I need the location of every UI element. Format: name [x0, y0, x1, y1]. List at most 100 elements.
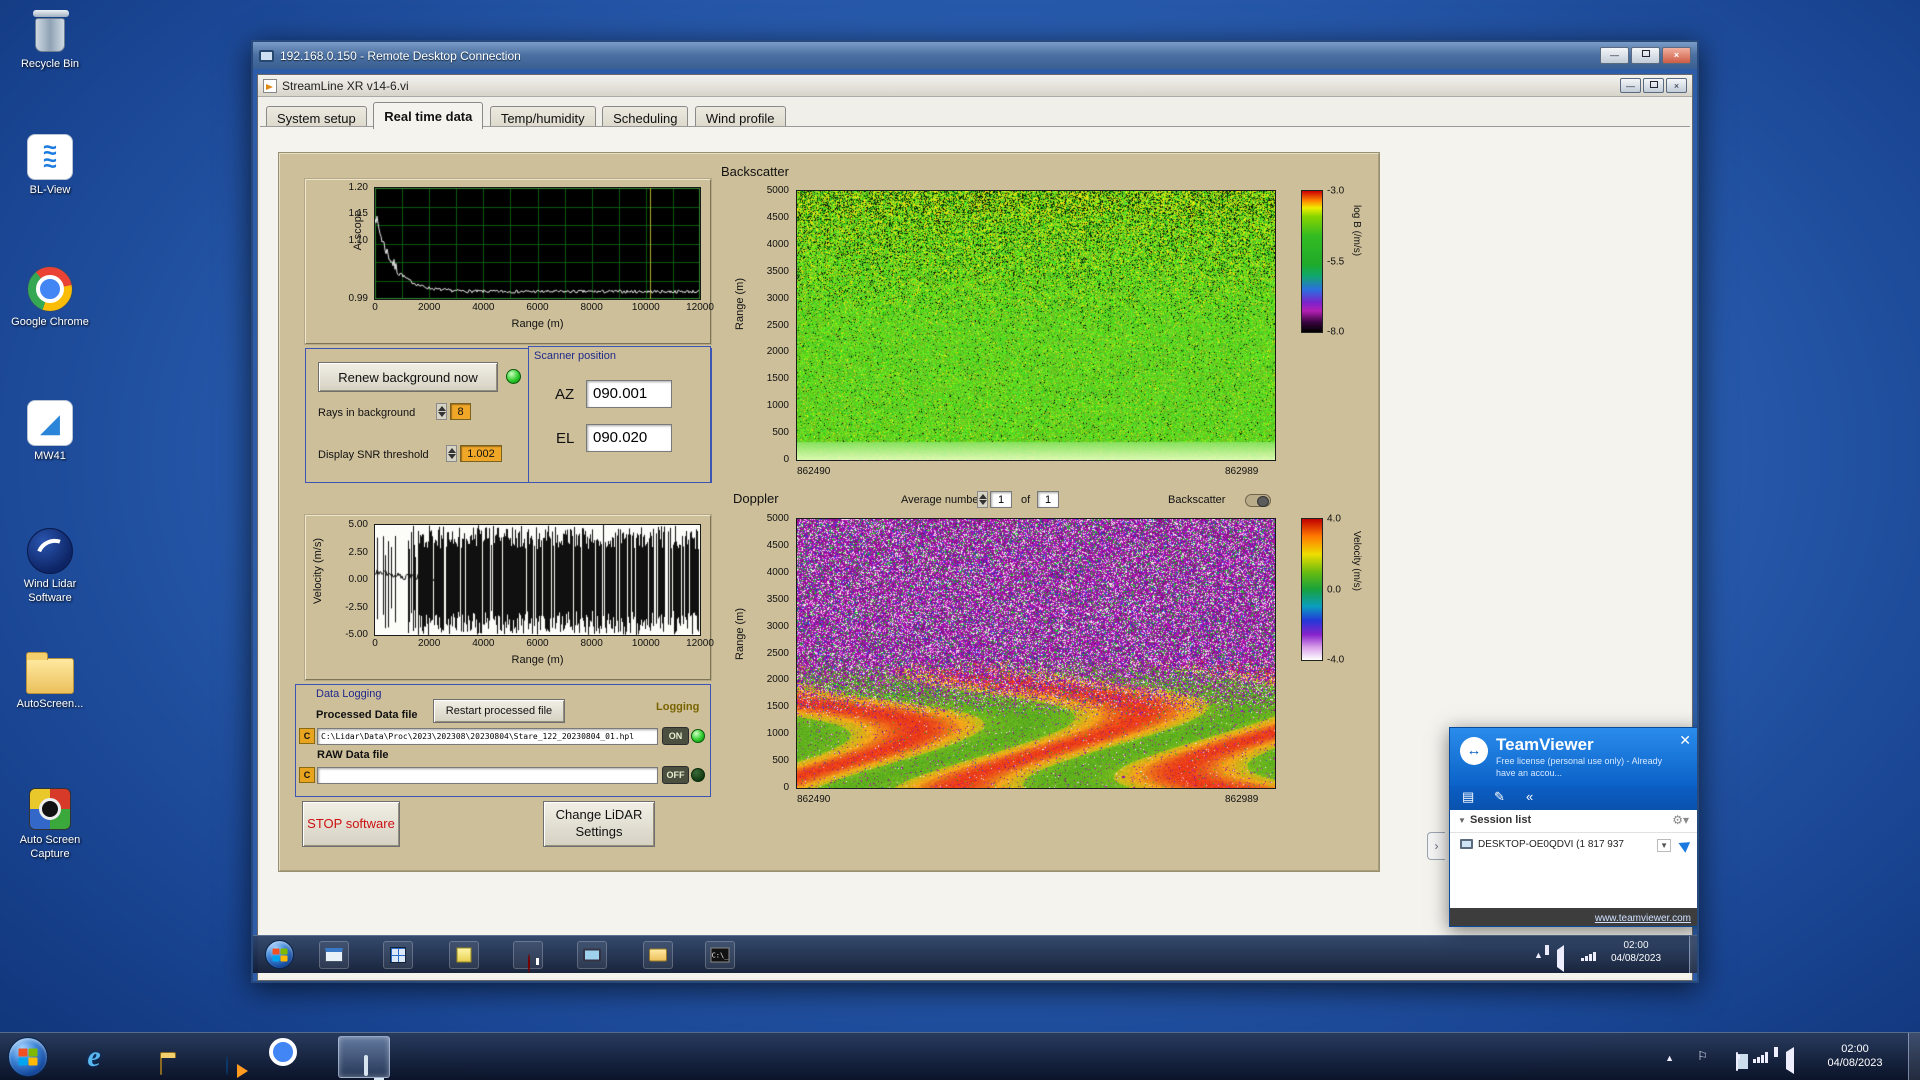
chrome-taskbar-button[interactable]	[270, 1036, 322, 1078]
axis-tick-label: -4.0	[1327, 654, 1345, 666]
rdp-window-icon	[259, 49, 274, 62]
desktop-icon-recycle-bin[interactable]: Recycle Bin	[2, 10, 98, 72]
change-lidar-settings-button[interactable]: Change LiDAR Settings	[543, 801, 655, 847]
dropdown-arrow-icon[interactable]: ▼	[1657, 839, 1671, 852]
processed-logging-toggle[interactable]: ON	[662, 727, 689, 745]
session-entry-row[interactable]: DESKTOP-OE0QDVI (1 817 937 ▼	[1450, 833, 1697, 859]
doppler-x-tick-left: 862490	[797, 794, 831, 805]
axis-tick-label: 3500	[766, 265, 789, 277]
desktop-icon-wind-lidar[interactable]: Wind Lidar Software	[2, 528, 98, 606]
velocity-chart: Velocity (m/s) 5.00 2.50 0.00 -2.50 -5.00 02…	[305, 515, 714, 680]
desktop-icon-label: Auto Screen Capture	[19, 834, 81, 860]
backscatter-colorbar	[1301, 190, 1323, 333]
renew-background-button[interactable]: Renew background now	[318, 362, 498, 392]
ascope-x-axis-label: Range (m)	[511, 318, 564, 330]
ie-taskbar-button[interactable]: e	[68, 1036, 120, 1078]
remote-taskbar-computer-button[interactable]	[577, 941, 607, 969]
remote-taskbar-window-button[interactable]	[319, 941, 349, 969]
el-value-field[interactable]: 090.020	[586, 424, 672, 452]
session-list-row[interactable]: ▼ Session list ⚙▾	[1450, 810, 1697, 833]
restore-button[interactable]	[1643, 78, 1664, 93]
remote-clock[interactable]: 02:00 04/08/2023	[1593, 940, 1679, 965]
remote-show-desktop-button[interactable]	[1689, 936, 1697, 973]
volume-icon[interactable]	[1786, 1047, 1794, 1074]
snr-value[interactable]: 1.002	[460, 445, 502, 462]
desktop-icon-auto-screen-capture[interactable]: Auto Screen Capture	[2, 788, 98, 862]
tab-real-time-data[interactable]: Real time data	[373, 102, 484, 129]
axis-tick-label: 3000	[766, 620, 789, 632]
backscatter-y-ticks: 5000 4500 4000 3500 3000 2500 2000 1500 1000 500 0	[747, 185, 793, 465]
desktop-icon-google-chrome[interactable]: Google Chrome	[2, 266, 98, 330]
remote-taskbar-power-button[interactable]	[513, 941, 543, 973]
renew-background-led	[506, 369, 521, 384]
action-center-flag-icon[interactable]: ⚐	[1697, 1049, 1708, 1063]
snr-spinner[interactable]	[446, 445, 457, 462]
average-number-spinner[interactable]	[977, 491, 988, 508]
raw-drive-box[interactable]: C	[299, 767, 315, 783]
logging-label: Logging	[656, 701, 700, 713]
processed-drive-box[interactable]: C	[299, 728, 315, 744]
remote-volume-icon[interactable]	[1557, 945, 1564, 972]
restart-processed-file-button[interactable]: Restart processed file	[433, 699, 565, 723]
axis-tick-label: 1.20	[348, 181, 368, 193]
collapse-chevrons-icon[interactable]: «	[1526, 789, 1533, 804]
axis-tick-label: 1000	[766, 400, 789, 412]
rdp-titlebar[interactable]: 192.168.0.150 - Remote Desktop Connectio…	[253, 42, 1697, 69]
labview-vi-icon	[263, 78, 277, 93]
remote-start-button[interactable]	[265, 940, 294, 969]
connect-arrow-icon[interactable]	[1678, 837, 1694, 853]
doppler-y-axis-label: Range (m)	[734, 608, 746, 660]
session-entry-label: DESKTOP-OE0QDVI (1 817 937	[1478, 839, 1624, 850]
gear-icon[interactable]: ⚙▾	[1672, 813, 1689, 827]
raw-logging-toggle[interactable]: OFF	[662, 766, 689, 784]
close-icon[interactable]: ✕	[1679, 732, 1691, 749]
rdp-taskbar-button[interactable]	[338, 1036, 390, 1078]
remote-taskbar-folder-button[interactable]	[643, 941, 673, 969]
media-player-icon	[226, 1056, 228, 1075]
rays-spinner[interactable]	[436, 403, 447, 420]
az-value-field[interactable]: 090.001	[586, 380, 672, 408]
desktop-icon-mw41[interactable]: ◢ MW41	[2, 400, 98, 464]
pencil-icon[interactable]: ✎	[1494, 789, 1505, 805]
doppler-colorbar	[1301, 518, 1323, 661]
axis-tick-label: 8000	[580, 638, 603, 649]
clock[interactable]: 02:00 04/08/2023	[1812, 1043, 1898, 1071]
app-titlebar[interactable]: StreamLine XR v14-6.vi — ×	[258, 75, 1692, 97]
media-player-taskbar-button[interactable]	[200, 1036, 252, 1078]
raw-path-field[interactable]	[317, 767, 658, 784]
minimize-button[interactable]: —	[1620, 78, 1641, 93]
desktop-icon-bl-view[interactable]: ≈ ≈ BL-View	[2, 134, 98, 198]
clipboard-icon[interactable]: ▤	[1462, 789, 1474, 805]
remote-taskbar-app-grid-button[interactable]	[383, 941, 413, 969]
desktop-icon-autoscreen[interactable]: AutoScreen...	[2, 648, 98, 712]
remote-taskbar-notes-button[interactable]	[449, 941, 479, 969]
data-logging-title: Data Logging	[316, 688, 382, 700]
desktop: Recycle Bin ≈ ≈ BL-View Google Chrome ◢ M…	[0, 0, 1920, 1080]
explorer-taskbar-button[interactable]	[134, 1036, 186, 1078]
show-desktop-button[interactable]	[1908, 1033, 1920, 1080]
average-of-field[interactable]: 1	[1037, 491, 1059, 508]
close-button[interactable]: ×	[1662, 47, 1691, 64]
average-number-field[interactable]: 1	[990, 491, 1012, 508]
backscatter-toggle[interactable]	[1245, 494, 1271, 507]
network-icon[interactable]	[1753, 1052, 1768, 1063]
minimize-button[interactable]: —	[1600, 47, 1629, 64]
remote-taskbar-cmd-button[interactable]: C:\_	[705, 941, 735, 969]
recycle-bin-icon	[33, 10, 69, 54]
teamviewer-collapse-tab[interactable]: ›	[1427, 832, 1445, 860]
battery-icon[interactable]	[1736, 1052, 1738, 1071]
close-button[interactable]: ×	[1666, 78, 1687, 93]
restore-button[interactable]	[1631, 47, 1660, 64]
rays-value[interactable]: 8	[450, 403, 471, 420]
ascope-chart: A-scope 1.20 1.15 1.10 0.99 0 2000 4000 6000 80…	[305, 179, 714, 344]
rays-in-background-label: Rays in background	[318, 407, 416, 419]
axis-tick-label: 12000	[686, 638, 714, 649]
axis-tick-label: 500	[772, 755, 789, 767]
stop-software-button[interactable]: STOP software	[302, 801, 400, 847]
teamviewer-url-link[interactable]: www.teamviewer.com	[1595, 910, 1691, 928]
raw-data-file-label: RAW Data file	[317, 749, 389, 761]
start-button[interactable]	[8, 1037, 48, 1077]
tray-expand-icon[interactable]: ▲	[1665, 1053, 1674, 1063]
remote-tray-expand-icon[interactable]: ▲	[1534, 950, 1543, 960]
processed-path-field[interactable]: C:\Lidar\Data\Proc\2023\202308\20230804\…	[317, 728, 658, 745]
